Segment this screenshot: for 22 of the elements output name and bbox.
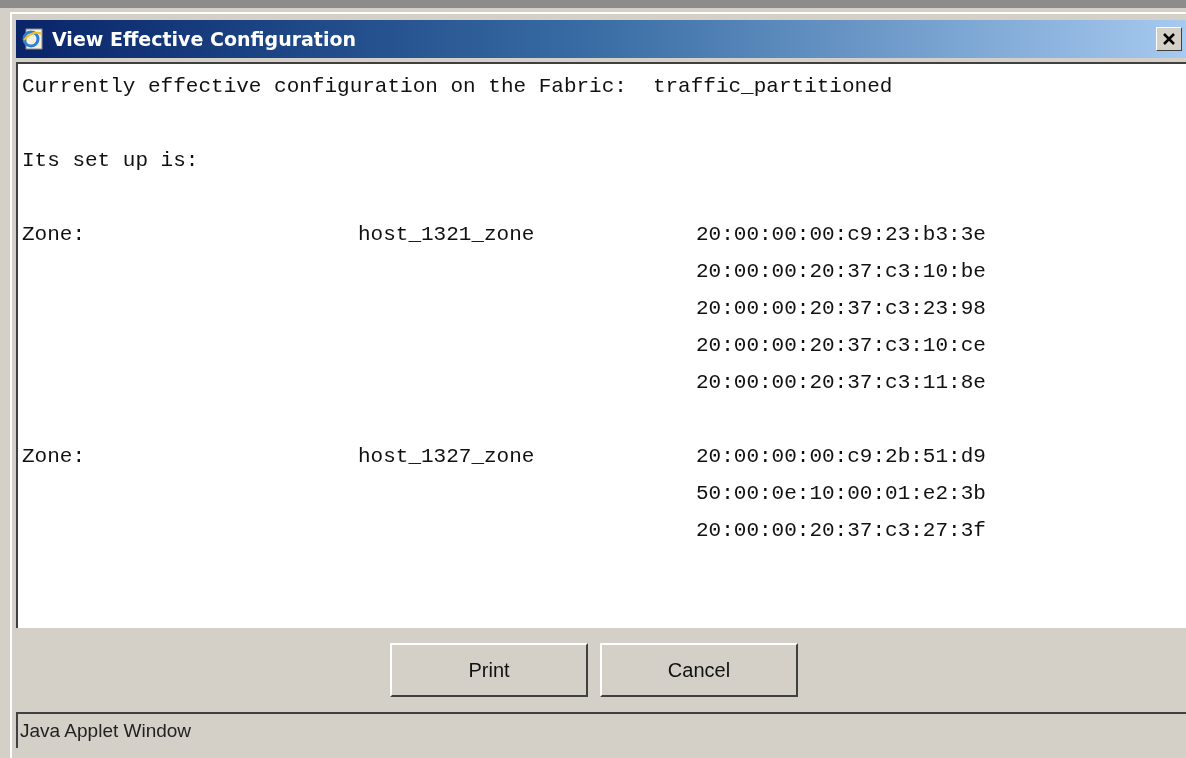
zone-label: Zone: [22,444,86,470]
zone-label: Zone: [22,222,86,248]
member-address: 20:00:00:20:37:c3:27:3f [696,518,986,544]
member-address: 20:00:00:00:c9:23:b3:3e [696,222,986,248]
member-address: 20:00:00:20:37:c3:23:98 [696,296,986,322]
close-icon [1163,33,1175,45]
member-address: 50:00:0e:10:00:01:e2:3b [696,481,986,507]
member-address: 20:00:00:20:37:c3:10:be [696,259,986,285]
app-icon [20,26,46,52]
config-name: traffic_partitioned [652,74,893,100]
setup-label: Its set up is: [22,148,199,174]
status-bar: Java Applet Window [16,712,1186,748]
member-address: 20:00:00:00:c9:2b:51:d9 [696,444,986,470]
member-address: 20:00:00:20:37:c3:11:8e [696,370,986,396]
window-title: View Effective Configuration [52,26,357,52]
close-button[interactable] [1156,27,1182,51]
config-label: Currently effective configuration on the Fabric: [22,74,627,100]
member-address: 20:00:00:20:37:c3:10:ce [696,333,986,359]
dialog-button[interactable]: Print [390,643,588,697]
zone-name: host_1327_zone [358,444,536,470]
zone-name: host_1321_zone [358,222,536,248]
dialog-button[interactable]: Cancel [600,643,798,697]
